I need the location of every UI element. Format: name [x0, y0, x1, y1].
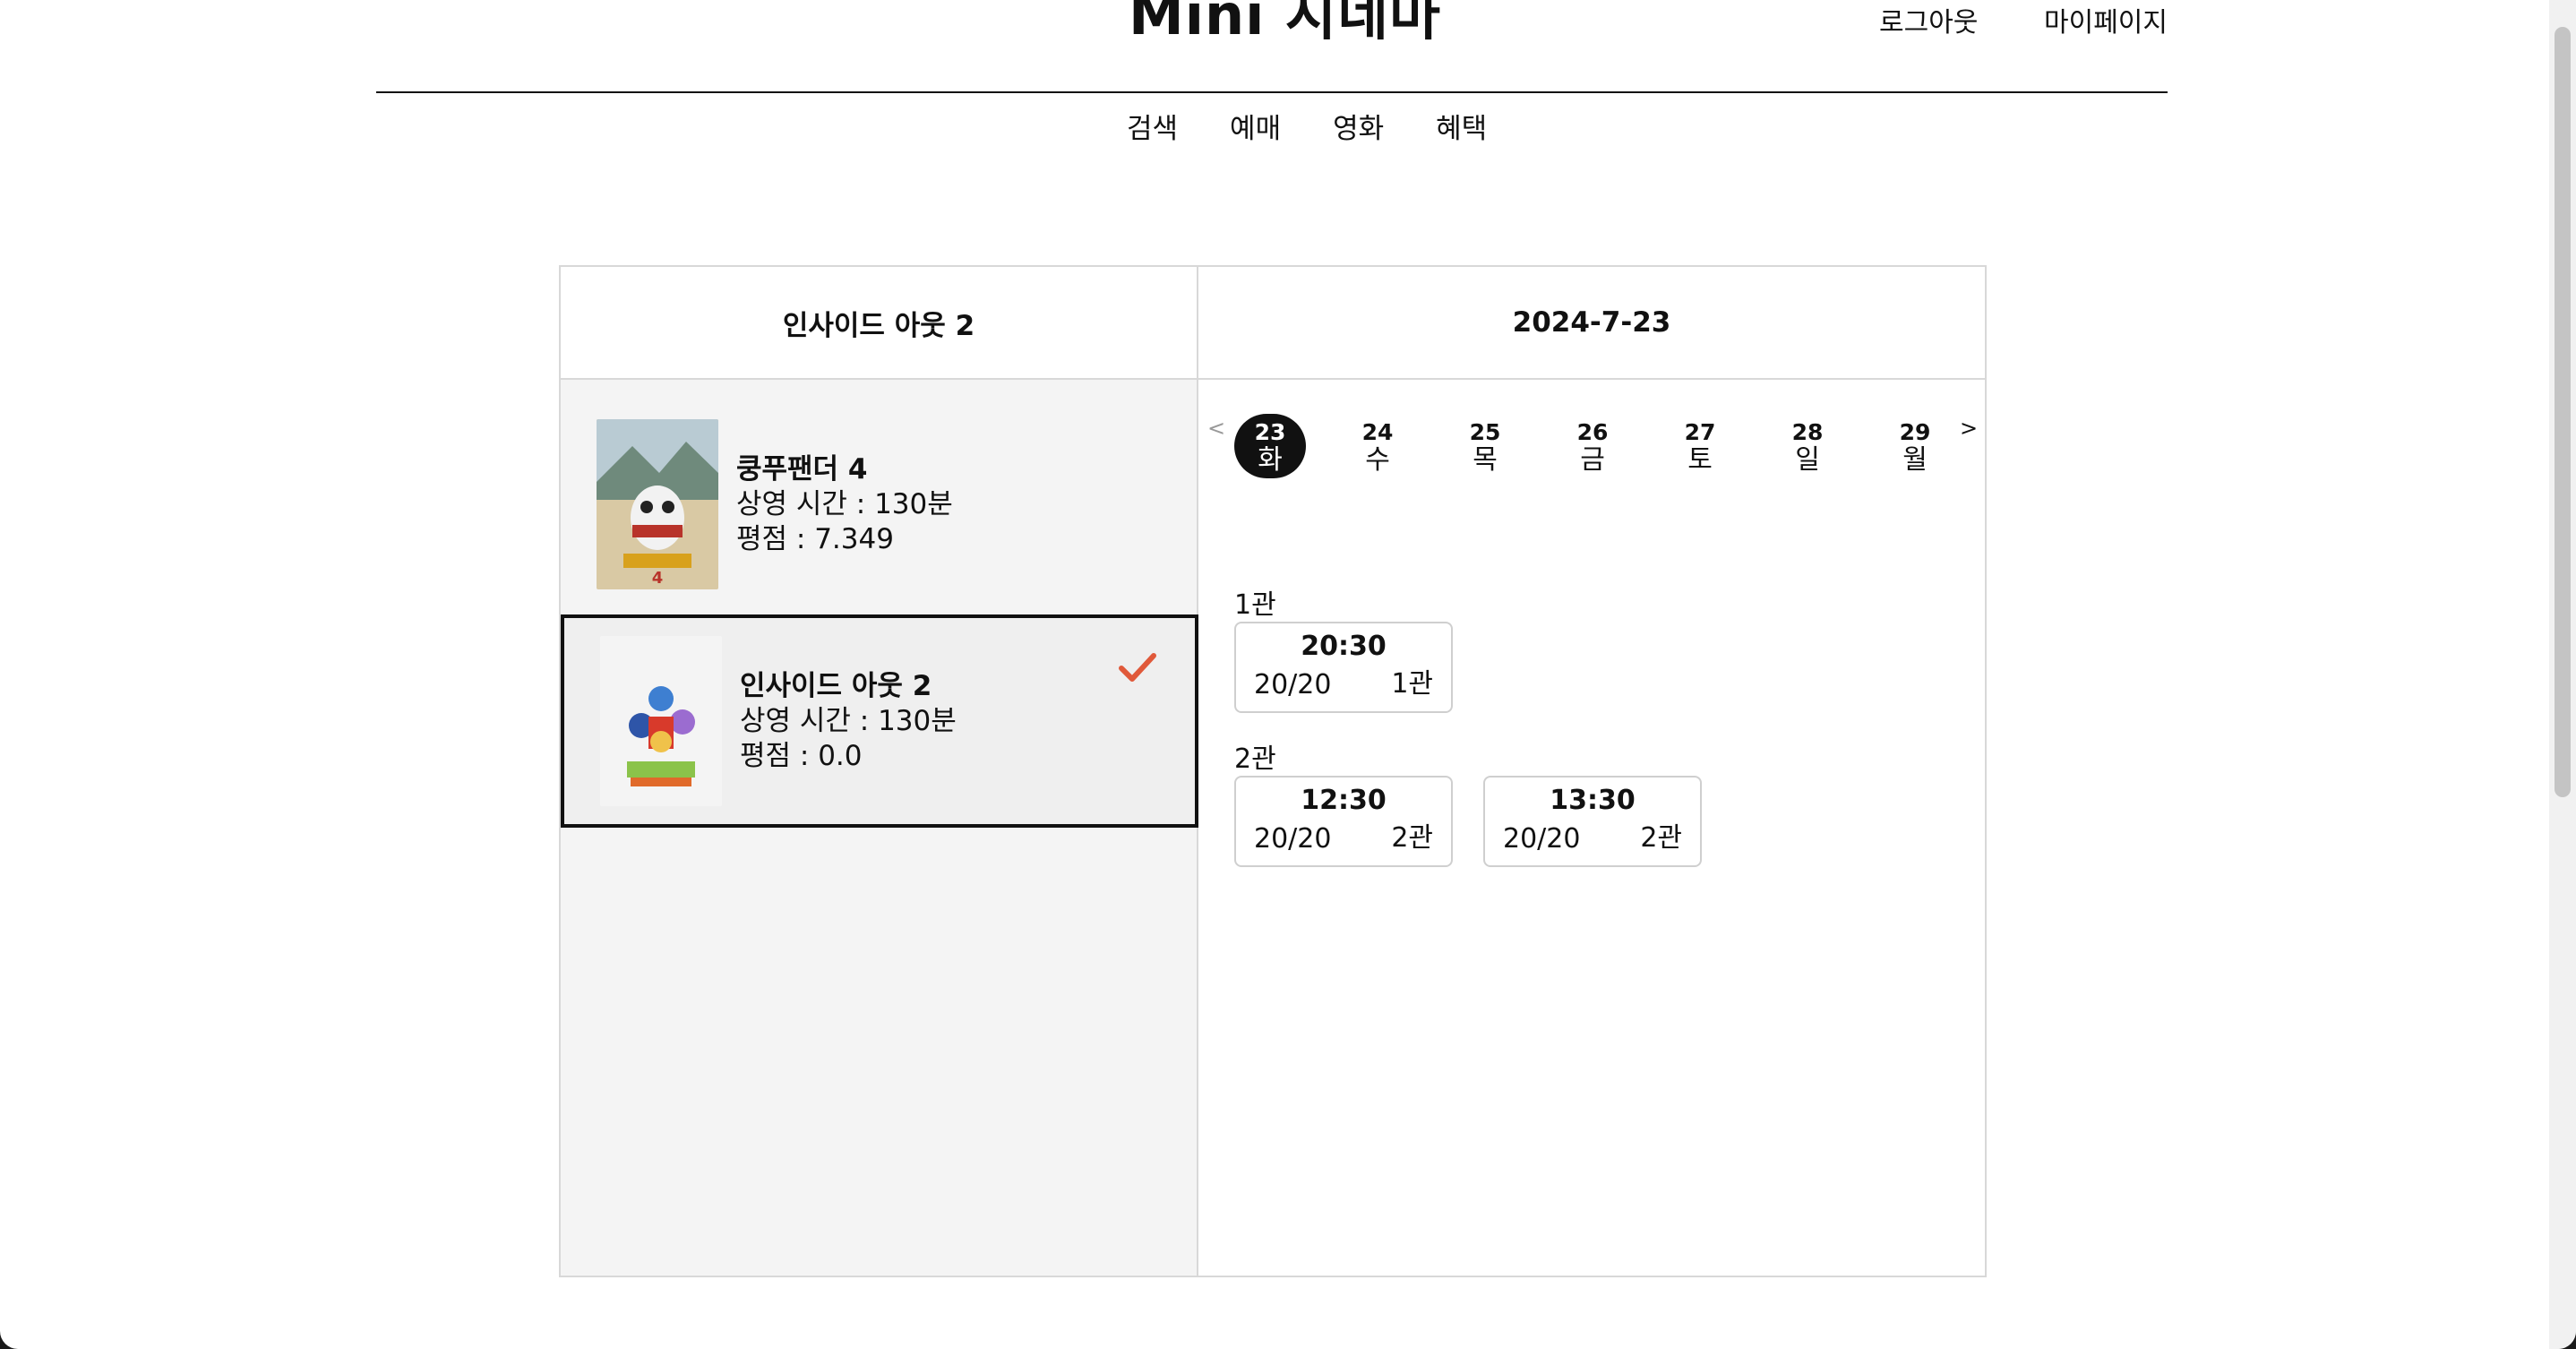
movie-poster: 4	[597, 419, 718, 589]
slot-time: 13:30	[1550, 785, 1636, 816]
logout-link[interactable]: 로그아웃	[1879, 0, 1978, 39]
movie-rating: 평점 : 0.0	[740, 739, 863, 772]
date-23[interactable]: 23 화	[1234, 414, 1306, 478]
nav-search[interactable]: 검색	[1127, 106, 1178, 146]
showtime-slot[interactable]: 13:30 20/20 2관	[1483, 776, 1702, 867]
hall-label: 2관	[1234, 743, 1276, 775]
scrollbar-thumb[interactable]	[2555, 27, 2571, 797]
slot-hall: 2관	[1640, 822, 1682, 854]
slot-seats: 20/20	[1503, 823, 1581, 855]
header-divider	[376, 91, 2168, 93]
slot-seats: 20/20	[1254, 823, 1332, 855]
movie-card-kungfu-panda[interactable]: 4 쿵푸팬더 4 상영 시간 : 130분 평점 : 7.349	[561, 398, 1198, 611]
date-25[interactable]: 25 목	[1449, 414, 1521, 478]
prev-date-arrow[interactable]: <	[1207, 416, 1225, 441]
page-scrollbar[interactable]	[2549, 0, 2576, 1349]
date-schedule-area: < > 23 화 24 수 25 목 26 금 27 토 28 일 29 월 1…	[1198, 380, 1985, 1276]
movie-title: 쿵푸팬더 4	[736, 452, 868, 485]
slot-seats: 20/20	[1254, 669, 1332, 700]
date-26[interactable]: 26 금	[1557, 414, 1628, 478]
check-icon	[1119, 653, 1156, 682]
date-24[interactable]: 24 수	[1342, 414, 1413, 478]
movie-rating: 평점 : 7.349	[736, 522, 894, 555]
svg-text:4: 4	[652, 569, 664, 588]
nav-movies[interactable]: 영화	[1333, 106, 1384, 146]
slot-time: 20:30	[1301, 631, 1387, 662]
slot-hall: 2관	[1391, 822, 1433, 854]
movie-poster	[600, 636, 722, 806]
site-title[interactable]: Mini 시네마	[1129, 0, 1441, 50]
date-29[interactable]: 29 월	[1879, 414, 1951, 478]
movie-title: 인사이드 아웃 2	[740, 669, 932, 702]
movie-card-inside-out-2[interactable]: 인사이드 아웃 2 상영 시간 : 130분 평점 : 0.0	[561, 614, 1198, 828]
selected-movie-title: 인사이드 아웃 2	[561, 267, 1198, 380]
browser-viewport: Mini 시네마 로그아웃 마이페이지 검색 예매 영화 혜택 인사이드 아웃 …	[0, 0, 2576, 1349]
movie-list: 4 쿵푸팬더 4 상영 시간 : 130분 평점 : 7.349 인사이드 아웃…	[561, 380, 1198, 1276]
date-27[interactable]: 27 토	[1664, 414, 1736, 478]
slot-hall: 1관	[1391, 668, 1433, 700]
main-nav: 검색 예매 영화 혜택	[1127, 106, 1487, 146]
nav-benefits[interactable]: 혜택	[1436, 106, 1487, 146]
hall-label: 1관	[1234, 589, 1276, 621]
selected-date: 2024-7-23	[1198, 267, 1985, 380]
date-28[interactable]: 28 일	[1772, 414, 1843, 478]
slot-time: 12:30	[1301, 785, 1387, 816]
booking-panel: 인사이드 아웃 2 2024-7-23 4 쿵푸팬더 4 상영 시간: 130…	[559, 265, 1987, 1277]
movie-runtime: 상영 시간 : 130분	[736, 487, 953, 520]
movie-runtime: 상영 시간 : 130분	[740, 704, 957, 737]
nav-booking[interactable]: 예매	[1230, 106, 1281, 146]
showtime-slot[interactable]: 12:30 20/20 2관	[1234, 776, 1453, 867]
mypage-link[interactable]: 마이페이지	[2044, 0, 2168, 39]
movie-info: 인사이드 아웃 2 상영 시간 : 130분 평점 : 0.0	[740, 669, 957, 774]
next-date-arrow[interactable]: >	[1960, 416, 1978, 441]
showtime-slot[interactable]: 20:30 20/20 1관	[1234, 622, 1453, 713]
movie-info: 쿵푸팬더 4 상영 시간 : 130분 평점 : 7.349	[736, 452, 953, 557]
